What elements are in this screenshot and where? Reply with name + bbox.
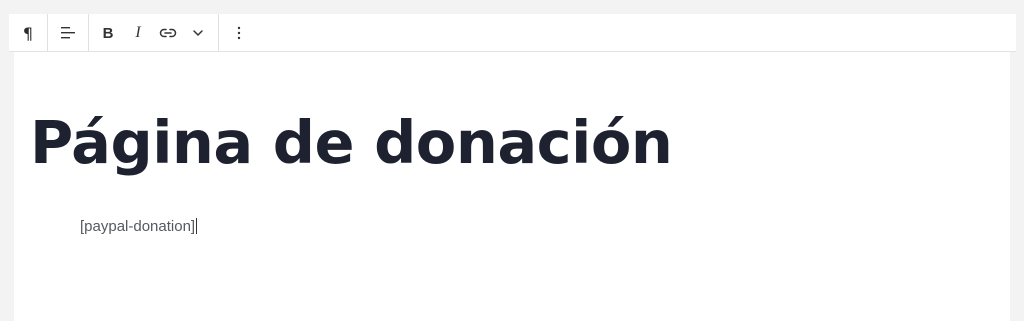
options-group [219, 14, 259, 52]
shortcode-text: [paypal-donation] [80, 218, 196, 235]
more-formatting-button[interactable] [183, 15, 213, 51]
options-button[interactable] [224, 15, 254, 51]
formatting-group: B I [89, 14, 219, 52]
alignment-group [48, 14, 89, 52]
align-button[interactable] [53, 15, 83, 51]
bold-label: B [102, 24, 114, 42]
block-type-group: ¶ [9, 14, 48, 52]
text-cursor [196, 218, 198, 234]
chevron-down-icon [193, 30, 203, 36]
paragraph-block-button[interactable]: ¶ [13, 15, 43, 51]
block-toolbar: ¶ B I [9, 14, 1016, 52]
bold-button[interactable]: B [93, 15, 123, 51]
link-icon [159, 28, 177, 38]
align-left-icon [61, 27, 75, 39]
italic-label: I [135, 24, 141, 41]
pilcrow-icon: ¶ [22, 23, 34, 43]
shortcode-block[interactable]: [paypal-donation] [80, 218, 198, 236]
vertical-ellipsis-icon [237, 26, 241, 40]
page-title[interactable]: Página de donación [30, 113, 673, 172]
link-button[interactable] [153, 15, 183, 51]
italic-button[interactable]: I [123, 15, 153, 51]
